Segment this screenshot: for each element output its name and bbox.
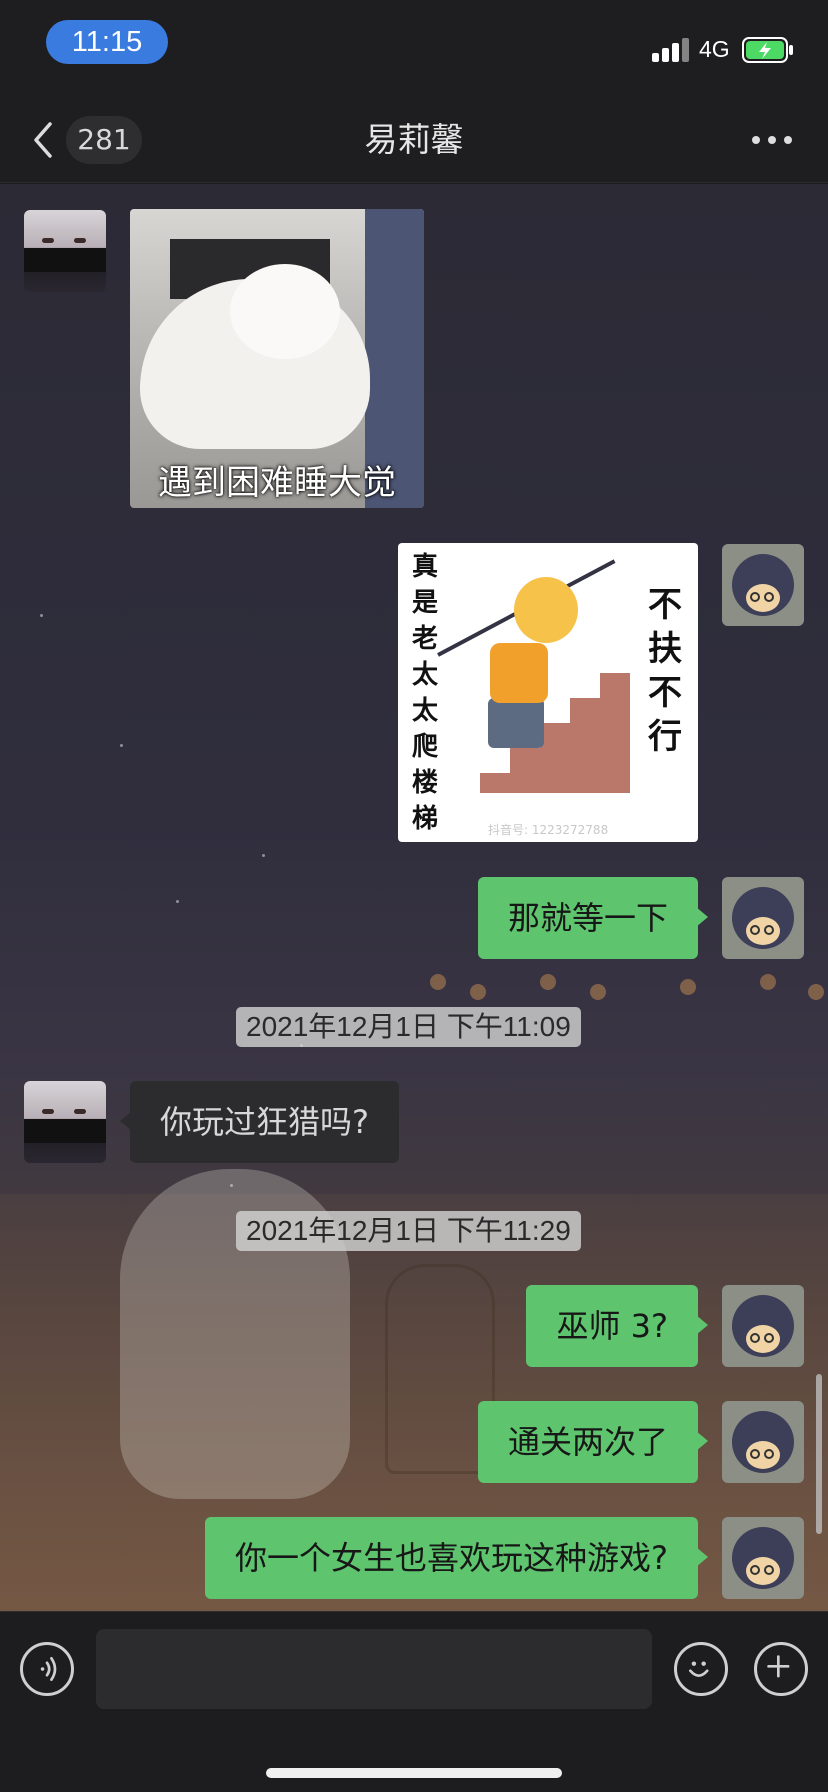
network-type: 4G [699, 36, 730, 62]
message-bubble-sent[interactable]: 巫师 3? [526, 1285, 708, 1367]
meme-right-text: 不扶不行 [648, 585, 682, 757]
bg-star [262, 854, 265, 857]
bg-light [430, 974, 446, 990]
scrollbar[interactable] [816, 1374, 822, 1534]
image-caption: 遇到困难睡大觉 [158, 463, 396, 503]
emoji-icon[interactable] [674, 1642, 728, 1696]
image-message-meme[interactable]: 真是老太太爬楼梯 不扶不行 抖音号: 1223272788 [398, 543, 698, 842]
bg-star [40, 614, 43, 617]
message-bubble-received[interactable]: 你玩过狂猎吗? [120, 1081, 399, 1163]
bg-light [808, 984, 824, 1000]
bg-light [760, 974, 776, 990]
meme-watermark: 抖音号: 1223272788 [488, 823, 609, 837]
home-indicator [266, 1768, 562, 1778]
bg-light [590, 984, 606, 1000]
bg-star [120, 744, 123, 747]
battery-icon [742, 37, 793, 63]
plus-icon[interactable] [754, 1642, 808, 1696]
bg-light [540, 974, 556, 990]
granny-emoji [514, 577, 578, 643]
bg-star [176, 900, 179, 903]
timestamp: 2021年12月1日 下午11:29 [236, 1211, 581, 1251]
input-bar [0, 1611, 828, 1792]
chat-title: 易莉馨 [364, 120, 464, 159]
timestamp: 2021年12月1日 下午11:09 [236, 1007, 581, 1047]
image-message-dog[interactable]: 遇到困难睡大觉 [130, 209, 424, 508]
message-bubble-sent[interactable]: 你一个女生也喜欢玩这种游戏? [205, 1517, 708, 1599]
message-input[interactable] [96, 1629, 652, 1709]
bg-light [680, 979, 696, 995]
my-avatar[interactable] [722, 1401, 804, 1483]
meme-left-text: 真是老太太爬楼梯 [411, 552, 438, 834]
status-time: 11:15 [46, 20, 168, 64]
contact-avatar[interactable] [24, 210, 106, 292]
my-avatar[interactable] [722, 1517, 804, 1599]
message-bubble-sent[interactable]: 那就等一下 [477, 877, 709, 959]
my-avatar[interactable] [722, 877, 804, 959]
message-bubble-sent[interactable]: 通关两次了 [477, 1401, 709, 1483]
chat-area[interactable]: 遇到困难睡大觉 真是老太太爬楼梯 不扶不行 抖音号: 1223272788 那就… [0, 184, 828, 1611]
voice-icon[interactable] [20, 1642, 74, 1696]
my-avatar[interactable] [722, 1285, 804, 1367]
bg-light [470, 984, 486, 1000]
my-avatar[interactable] [722, 544, 804, 626]
signal-icon [652, 38, 690, 62]
top-bar: 11:15 4G 281 易莉馨 [0, 0, 828, 183]
more-dots-icon[interactable] [748, 128, 796, 152]
contact-avatar[interactable] [24, 1081, 106, 1163]
